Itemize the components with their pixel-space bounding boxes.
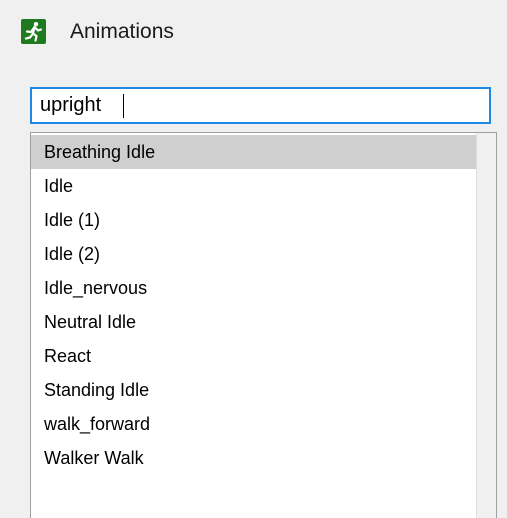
list-item[interactable]: Walker Walk <box>31 441 476 475</box>
list-item[interactable]: Idle (1) <box>31 203 476 237</box>
list-item[interactable]: Neutral Idle <box>31 305 476 339</box>
list-item[interactable]: React <box>31 339 476 373</box>
text-caret <box>123 94 124 118</box>
panel-title: Animations <box>70 20 174 43</box>
animations-panel: Animations Breathing IdleIdleIdle (1)Idl… <box>0 0 507 518</box>
search-input[interactable] <box>30 87 491 124</box>
list-item[interactable]: Idle_nervous <box>31 271 476 305</box>
running-man-glyph <box>24 22 43 42</box>
list-item[interactable]: Idle (2) <box>31 237 476 271</box>
list-scrollbar[interactable] <box>476 133 496 518</box>
list-item[interactable]: Idle <box>31 169 476 203</box>
list-item[interactable]: Breathing Idle <box>31 135 476 169</box>
list-item[interactable]: Standing Idle <box>31 373 476 407</box>
animation-list[interactable]: Breathing Idle Idle Idle (1) Idle (2) Idle_n… <box>30 132 497 518</box>
animation-list-items: Breathing Idle Idle Idle (1) Idle (2) Idle_n… <box>31 135 476 475</box>
running-man-icon <box>21 19 46 44</box>
panel-header: Animations <box>0 0 507 64</box>
list-item[interactable]: walk_forward <box>31 407 476 441</box>
